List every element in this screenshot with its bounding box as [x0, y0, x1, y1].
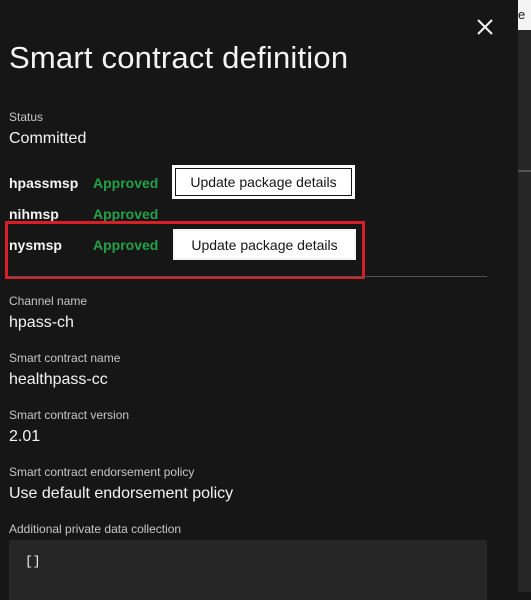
- endorsement-policy-value: Use default endorsement policy: [9, 485, 234, 502]
- org-msp-name: hpassmsp: [9, 175, 79, 191]
- org-approval-status: Approved: [93, 237, 159, 253]
- private-data-code-block: []: [9, 540, 487, 600]
- background-page: [518, 0, 531, 592]
- status-value: Committed: [9, 130, 87, 147]
- close-icon[interactable]: [474, 16, 496, 38]
- panel-title: Smart contract definition: [9, 40, 349, 75]
- side-panel: Smart contract definition Status Committ…: [0, 0, 518, 600]
- contract-name-value: healthpass-cc: [9, 371, 108, 388]
- contract-name-label: Smart contract name: [9, 351, 121, 365]
- private-data-value: []: [25, 554, 41, 569]
- org-msp-name: nihmsp: [9, 206, 59, 222]
- contract-version-value: 2.01: [9, 428, 41, 445]
- status-label: Status: [9, 110, 44, 124]
- background-edge-text: e: [518, 0, 531, 30]
- divider: [9, 276, 487, 277]
- update-package-details-button[interactable]: Update package details: [172, 165, 355, 199]
- org-msp-name: nysmsp: [9, 237, 62, 253]
- contract-version-label: Smart contract version: [9, 408, 130, 422]
- channel-name-label: Channel name: [9, 294, 88, 308]
- endorsement-policy-label: Smart contract endorsement policy: [9, 465, 195, 479]
- private-data-label: Additional private data collection: [9, 522, 182, 536]
- background-divider: [518, 170, 531, 172]
- update-package-details-button[interactable]: Update package details: [173, 229, 356, 260]
- org-approval-status: Approved: [93, 206, 159, 222]
- channel-name-value: hpass-ch: [9, 314, 74, 331]
- org-approval-status: Approved: [93, 175, 159, 191]
